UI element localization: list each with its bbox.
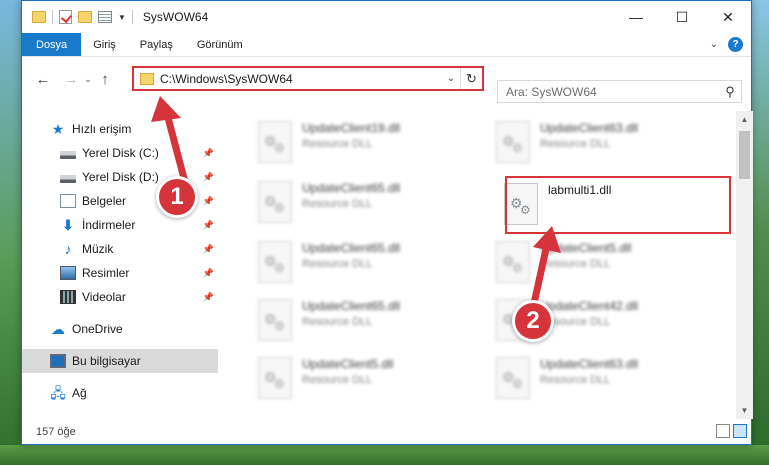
step-2-badge: 2 xyxy=(512,300,554,342)
arrow-1-head xyxy=(151,96,181,122)
step-1-badge: 1 xyxy=(156,176,198,218)
annotation-arrows xyxy=(151,96,561,312)
arrow-1-shaft xyxy=(162,106,190,190)
arrow-2-head xyxy=(533,226,561,253)
arrow-2-shaft xyxy=(529,236,552,312)
